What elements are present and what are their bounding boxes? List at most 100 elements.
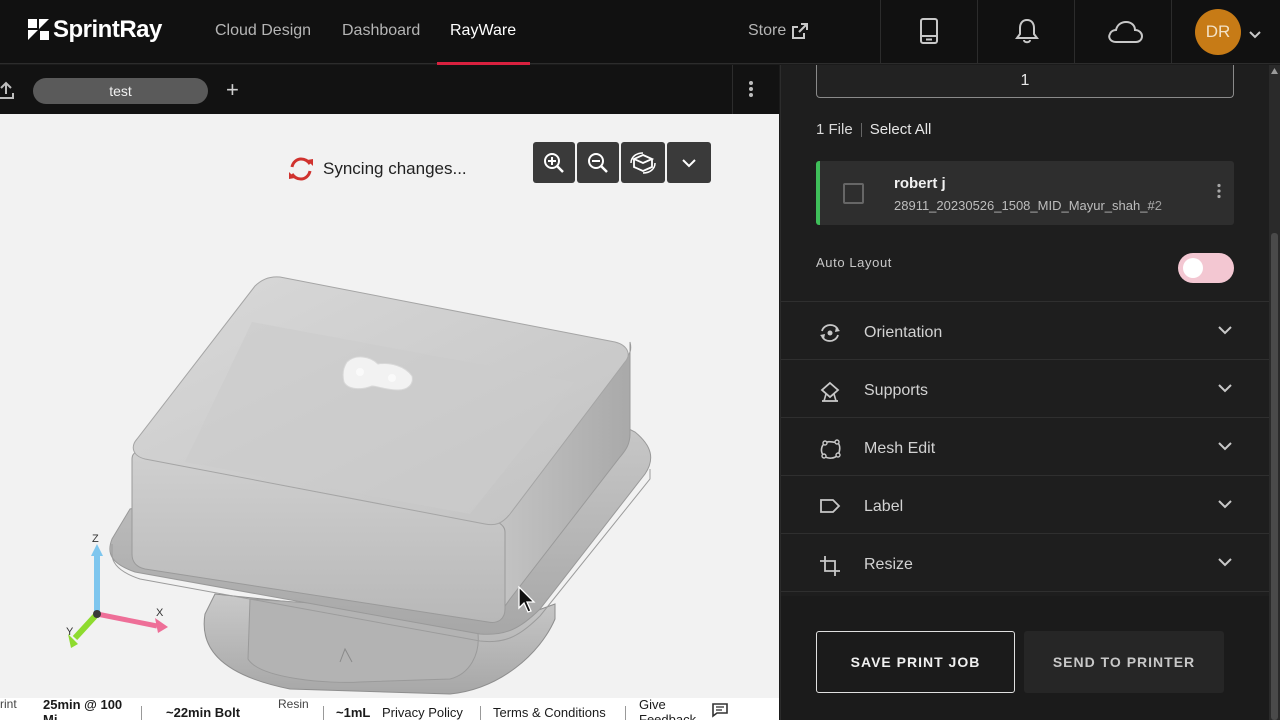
divider xyxy=(480,706,481,720)
divider xyxy=(1074,0,1075,64)
section-label: Supports xyxy=(864,382,929,399)
bell-icon[interactable] xyxy=(1015,18,1039,49)
panel-scrollbar[interactable] xyxy=(1269,65,1280,720)
divider xyxy=(781,591,1269,592)
zoom-in-button[interactable] xyxy=(533,142,575,183)
send-to-printer-button[interactable]: SEND TO PRINTER xyxy=(1024,631,1224,693)
divider xyxy=(880,0,881,64)
mouse-cursor-icon xyxy=(517,585,537,619)
divider xyxy=(625,706,626,720)
print-time-continued: Mi xyxy=(43,712,58,720)
section-orientation[interactable]: Orientation xyxy=(781,305,1269,362)
user-initials: DR xyxy=(1205,22,1231,41)
layer-unit-label: mm xyxy=(217,698,238,700)
more-vertical-icon[interactable] xyxy=(748,80,754,103)
quantity-value: 1 xyxy=(1020,72,1030,89)
divider xyxy=(781,533,1269,534)
auto-layout-toggle[interactable] xyxy=(1178,253,1234,283)
divider xyxy=(781,475,1269,476)
model-render[interactable] xyxy=(0,114,779,698)
section-supports[interactable]: Supports xyxy=(781,363,1269,420)
axis-y-label: Y xyxy=(66,626,74,638)
divider xyxy=(141,706,142,720)
terms-link[interactable]: Terms & Conditions xyxy=(493,705,606,720)
add-tab-button[interactable]: + xyxy=(226,78,239,102)
tab-label: test xyxy=(109,83,132,99)
save-print-job-button[interactable]: SAVE PRINT JOB xyxy=(816,631,1015,693)
section-label: Mesh Edit xyxy=(864,440,936,457)
view-options-dropdown[interactable] xyxy=(667,142,711,183)
resin-value: ~1mL xyxy=(336,705,371,720)
user-avatar[interactable]: DR xyxy=(1195,9,1241,55)
nav-dashboard[interactable]: Dashboard xyxy=(342,22,420,40)
sprintray-logo-icon xyxy=(28,19,49,40)
project-tab-bar: test + xyxy=(0,65,779,114)
section-resize[interactable]: Resize xyxy=(781,537,1269,594)
more-vertical-icon[interactable] xyxy=(1216,183,1222,204)
divider xyxy=(860,122,862,137)
resize-icon xyxy=(820,556,840,576)
printer-icon[interactable] xyxy=(919,18,939,49)
divider xyxy=(323,706,324,720)
chevron-down-icon xyxy=(682,158,696,167)
divider xyxy=(1171,0,1172,64)
feedback-link[interactable]: Give xyxy=(639,698,666,712)
feedback-icon[interactable] xyxy=(711,702,729,720)
privacy-policy-link[interactable]: Privacy Policy xyxy=(382,705,463,720)
axis-x-label: X xyxy=(156,607,164,619)
quantity-field[interactable]: 1 xyxy=(816,65,1234,98)
mesh-edit-icon xyxy=(820,439,841,459)
file-subtitle: 28911_20230526_1508_MID_Mayur_shah_#2 xyxy=(894,198,1162,213)
file-name: robert j xyxy=(894,175,946,192)
zoom-in-icon xyxy=(544,152,564,173)
chevron-down-icon xyxy=(1218,500,1232,509)
chevron-down-icon xyxy=(1218,326,1232,335)
file-count-row: 1 File Select All xyxy=(816,121,931,138)
3d-viewport[interactable]: Z X Y Syncing changes... xyxy=(0,114,779,698)
tab-test[interactable]: test xyxy=(33,78,208,104)
view-orientation-button[interactable] xyxy=(621,142,665,183)
bolt-time: ~22min Bolt xyxy=(166,705,241,720)
upload-icon[interactable] xyxy=(0,81,14,104)
top-navigation-bar: SprintRay Cloud Design Dashboard RayWare… xyxy=(0,0,1280,65)
store-link[interactable]: Store xyxy=(748,22,809,40)
divider xyxy=(732,65,733,114)
file-card[interactable]: robert j 28911_20230526_1508_MID_Mayur_s… xyxy=(816,161,1234,225)
sprintray-logo[interactable]: SprintRay xyxy=(28,16,162,44)
section-mesh-edit[interactable]: Mesh Edit xyxy=(781,421,1269,478)
print-label: rint xyxy=(0,698,17,711)
select-all-button[interactable]: Select All xyxy=(870,121,932,138)
chevron-down-icon[interactable] xyxy=(1248,27,1262,45)
view-rotate-icon xyxy=(630,151,656,174)
chevron-down-icon xyxy=(1218,442,1232,451)
print-setup-panel: 1 1 File Select All robert j 28911_20230… xyxy=(780,65,1269,720)
nav-cloud-design[interactable]: Cloud Design xyxy=(215,22,311,40)
cloud-icon[interactable] xyxy=(1107,20,1144,49)
divider xyxy=(781,359,1269,360)
viewport-toolbar xyxy=(533,142,711,183)
sync-status-text: Syncing changes... xyxy=(323,159,467,178)
scrollbar-thumb[interactable] xyxy=(1271,233,1278,720)
feedback-link-continued[interactable]: Feedback xyxy=(639,712,696,720)
file-checkbox[interactable] xyxy=(843,183,864,204)
fade-overlay xyxy=(1150,197,1190,215)
external-link-icon xyxy=(792,23,809,39)
brand-name: SprintRay xyxy=(53,16,162,43)
store-label: Store xyxy=(748,22,787,39)
scroll-up-icon[interactable] xyxy=(1271,68,1278,74)
divider xyxy=(781,417,1269,418)
zoom-out-button[interactable] xyxy=(577,142,619,183)
status-bar: rint 25min @ 100 Mi mm ~22min Bolt Resin… xyxy=(0,698,779,720)
label-icon xyxy=(820,499,841,513)
divider xyxy=(977,0,978,64)
zoom-out-icon xyxy=(588,152,608,173)
file-count: 1 File xyxy=(816,121,853,138)
orientation-icon xyxy=(820,324,840,342)
toggle-knob xyxy=(1183,258,1203,278)
section-label: Resize xyxy=(864,556,913,573)
nav-rayware[interactable]: RayWare xyxy=(450,22,516,40)
chevron-down-icon xyxy=(1218,384,1232,393)
section-label-settings[interactable]: Label xyxy=(781,479,1269,536)
section-label: Label xyxy=(864,498,904,515)
auto-layout-label: Auto Layout xyxy=(816,255,892,270)
